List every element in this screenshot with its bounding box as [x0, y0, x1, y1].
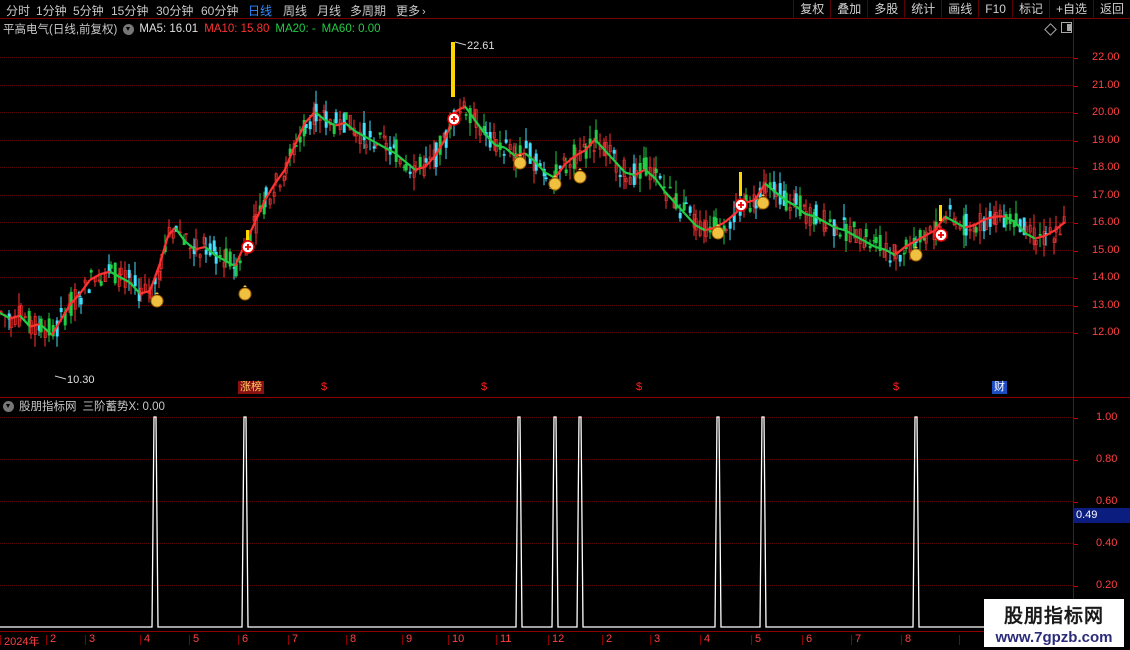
signal-line — [0, 416, 1073, 628]
price-tick-label: 18.00 — [1092, 161, 1120, 173]
date-tick: 10 — [447, 633, 465, 645]
price-tick-label: 16.00 — [1092, 216, 1120, 228]
date-tick: 6 — [237, 633, 249, 645]
price-tick-label: 19.00 — [1092, 134, 1120, 146]
watermark-logo: 股朋指标网 www.7gpzb.com — [984, 599, 1124, 647]
price-tick-label: 20.00 — [1092, 106, 1120, 118]
price-axis: 22.00 21.00 20.00 19.00 18.00 17.00 16.0… — [1074, 38, 1130, 393]
date-tick: 7 — [850, 633, 862, 645]
date-tick: 5 — [750, 633, 762, 645]
indicator-tick-label: 0.60 — [1096, 495, 1118, 507]
price-tick-label: 17.00 — [1092, 189, 1120, 201]
date-tick: 8 — [900, 633, 912, 645]
date-tick: 2 — [601, 633, 613, 645]
indicator-tick-label: 0.20 — [1096, 579, 1118, 591]
date-tick: 9 — [401, 633, 413, 645]
date-tick: 8 — [345, 633, 357, 645]
indicator-tick-label: 1.00 — [1096, 411, 1118, 423]
date-tick: 4 — [139, 633, 151, 645]
watermark-url: www.7gpzb.com — [995, 629, 1113, 646]
date-tick: 5 — [188, 633, 200, 645]
date-tick: 2024年 — [0, 633, 39, 649]
date-tick: 7 — [287, 633, 299, 645]
price-tick-label: 14.00 — [1092, 271, 1120, 283]
price-tick-label: 22.00 — [1092, 51, 1120, 63]
date-tick: 11 — [495, 633, 512, 645]
indicator-chart[interactable] — [0, 0, 1073, 650]
price-tick-label: 21.00 — [1092, 79, 1120, 91]
date-axis: 2024年 2 3 4 5 6 7 8 9 10 11 12 2 3 4 5 6… — [0, 631, 1073, 650]
date-tick: 6 — [801, 633, 813, 645]
indicator-tick-label: 0.40 — [1096, 537, 1118, 549]
indicator-tick-label: 0.80 — [1096, 453, 1118, 465]
date-tick: 4 — [699, 633, 711, 645]
date-tick: 3 — [84, 633, 96, 645]
date-tick: 2 — [45, 633, 57, 645]
back-button[interactable]: 返回 — [1092, 0, 1130, 19]
watermark-name: 股朋指标网 — [1003, 606, 1104, 627]
price-tick-label: 13.00 — [1092, 299, 1120, 311]
date-tick: 12 — [547, 633, 565, 645]
price-tick-label: 12.00 — [1092, 326, 1120, 338]
price-tick-label: 15.00 — [1092, 244, 1120, 256]
current-value-badge: 0.49 — [1074, 508, 1130, 523]
date-tick: 3 — [649, 633, 661, 645]
